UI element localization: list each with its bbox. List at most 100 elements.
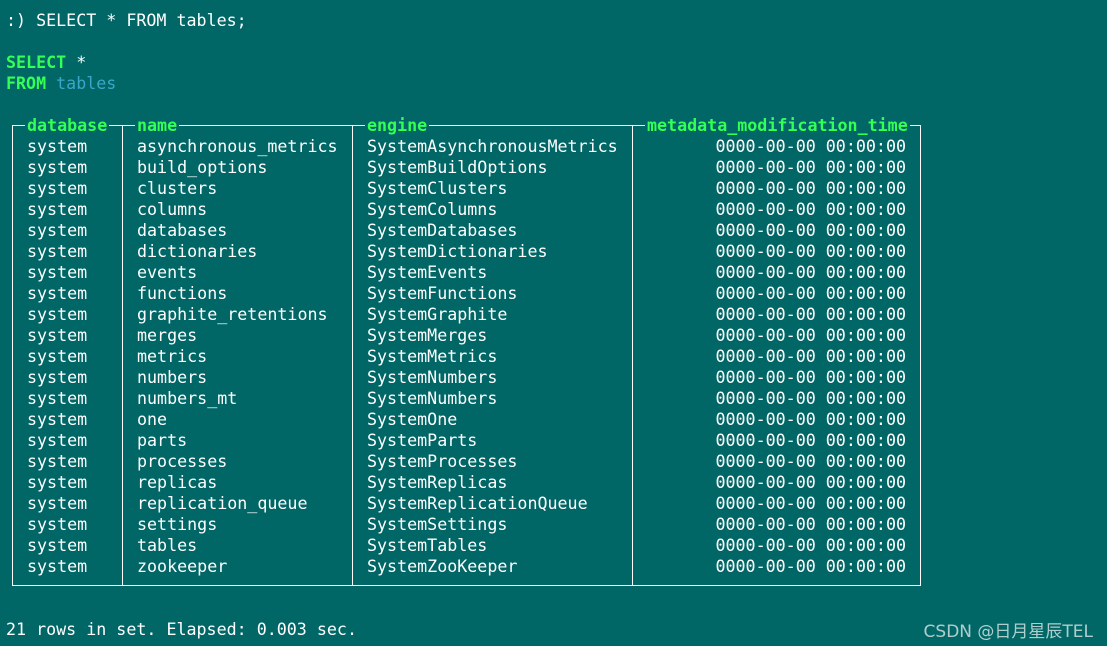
cell-name: asynchronous_metrics <box>137 137 338 156</box>
cell-engine: SystemBuildOptions <box>367 158 548 177</box>
table-row: system one SystemOne 0000-00-00 00:00:00 <box>13 409 920 430</box>
cell-name: events <box>137 263 198 282</box>
header-database: database <box>25 115 110 136</box>
cell-engine: SystemDatabases <box>367 221 518 240</box>
table-row: system numbers_mt SystemNumbers 0000-00-00 … <box>13 388 920 409</box>
cell-engine: SystemSettings <box>367 515 508 534</box>
table-row: system parts SystemParts 0000-00-00 00:00:0… <box>13 430 920 451</box>
header-engine: engine <box>365 115 430 136</box>
cell-metadata-time: 0000-00-00 00:00:00 <box>715 242 906 261</box>
formatted-from-line: FROM tables <box>6 73 116 94</box>
cell-database: system <box>27 473 88 492</box>
cell-engine: SystemZooKeeper <box>367 557 518 576</box>
cell-name: tables <box>137 536 198 555</box>
cell-metadata-time: 0000-00-00 00:00:00 <box>715 536 906 555</box>
cell-database: system <box>27 536 88 555</box>
cell-engine: SystemDictionaries <box>367 242 548 261</box>
table-row: system settings SystemSettings 0000-00-00 0… <box>13 514 920 535</box>
from-keyword: FROM <box>6 74 47 93</box>
table-row: system zookeeper SystemZooKeeper 0000-00-00… <box>13 556 920 577</box>
cell-engine: SystemProcesses <box>367 452 518 471</box>
cell-name: replicas <box>137 473 218 492</box>
result-table: database name engine metadata_modificati… <box>12 115 921 586</box>
cell-engine: SystemReplicationQueue <box>367 494 588 513</box>
cell-database: system <box>27 452 88 471</box>
cell-metadata-time: 0000-00-00 00:00:00 <box>715 263 906 282</box>
table-row: system tables SystemTables 0000-00-00 00:00… <box>13 535 920 556</box>
cell-name: databases <box>137 221 228 240</box>
table-row: system replication_queue SystemReplication… <box>13 493 920 514</box>
cell-metadata-time: 0000-00-00 00:00:00 <box>715 494 906 513</box>
cell-metadata-time: 0000-00-00 00:00:00 <box>715 389 906 408</box>
cell-database: system <box>27 221 88 240</box>
cell-database: system <box>27 557 88 576</box>
cell-metadata-time: 0000-00-00 00:00:00 <box>715 179 906 198</box>
cell-engine: SystemGraphite <box>367 305 508 324</box>
table-row: system metrics SystemMetrics 0000-00-00 00:… <box>13 346 920 367</box>
cell-name: replication_queue <box>137 494 308 513</box>
cell-database: system <box>27 368 88 387</box>
cell-metadata-time: 0000-00-00 00:00:00 <box>715 410 906 429</box>
cell-name: numbers_mt <box>137 389 238 408</box>
cell-database: system <box>27 242 88 261</box>
cell-name: clusters <box>137 179 218 198</box>
cell-metadata-time: 0000-00-00 00:00:00 <box>715 473 906 492</box>
cell-name: parts <box>137 431 188 450</box>
table-row: system dictionaries SystemDictionaries 0000… <box>13 241 920 262</box>
cell-engine: SystemTables <box>367 536 488 555</box>
cell-name: metrics <box>137 347 208 366</box>
select-keyword: SELECT <box>6 53 67 72</box>
cell-name: dictionaries <box>137 242 258 261</box>
table-row: system processes SystemProcesses 0000-00-00… <box>13 451 920 472</box>
cell-name: graphite_retentions <box>137 305 328 324</box>
cell-metadata-time: 0000-00-00 00:00:00 <box>715 515 906 534</box>
cell-database: system <box>27 137 88 156</box>
cell-name: numbers <box>137 368 208 387</box>
from-table-name: tables <box>56 74 117 93</box>
table-row: system numbers SystemNumbers 0000-00-00 00:… <box>13 367 920 388</box>
cell-engine: SystemNumbers <box>367 389 498 408</box>
cell-name: columns <box>137 200 208 219</box>
table-row: system asynchronous_metrics SystemAsynchro… <box>13 136 920 157</box>
cell-engine: SystemAsynchronousMetrics <box>367 137 618 156</box>
cell-engine: SystemParts <box>367 431 478 450</box>
cell-name: build_options <box>137 158 268 177</box>
cell-metadata-time: 0000-00-00 00:00:00 <box>715 200 906 219</box>
cell-name: merges <box>137 326 198 345</box>
cell-database: system <box>27 263 88 282</box>
cell-name: settings <box>137 515 218 534</box>
cell-database: system <box>27 389 88 408</box>
cell-database: system <box>27 347 88 366</box>
cell-metadata-time: 0000-00-00 00:00:00 <box>715 221 906 240</box>
table-row: system graphite_retentions SystemGraphite 0… <box>13 304 920 325</box>
cell-engine: SystemNumbers <box>367 368 498 387</box>
cell-metadata-time: 0000-00-00 00:00:00 <box>715 137 906 156</box>
cell-engine: SystemClusters <box>367 179 508 198</box>
command-text: SELECT * FROM tables; <box>36 11 247 30</box>
cell-database: system <box>27 284 88 303</box>
cell-metadata-time: 0000-00-00 00:00:00 <box>715 347 906 366</box>
cell-database: system <box>27 410 88 429</box>
cell-metadata-time: 0000-00-00 00:00:00 <box>715 158 906 177</box>
watermark: CSDN @日月星辰TEL <box>923 622 1093 642</box>
cell-database: system <box>27 494 88 513</box>
table-row: system merges SystemMerges 0000-00-00 00:00… <box>13 325 920 346</box>
table-row: system replicas SystemReplicas 0000-00-00 0… <box>13 472 920 493</box>
cell-metadata-time: 0000-00-00 00:00:00 <box>715 557 906 576</box>
cell-metadata-time: 0000-00-00 00:00:00 <box>715 284 906 303</box>
cell-database: system <box>27 200 88 219</box>
cell-database: system <box>27 305 88 324</box>
cell-database: system <box>27 179 88 198</box>
cell-name: one <box>137 410 168 429</box>
prompt: :) <box>6 11 37 30</box>
cell-engine: SystemEvents <box>367 263 488 282</box>
cell-engine: SystemFunctions <box>367 284 518 303</box>
cell-metadata-time: 0000-00-00 00:00:00 <box>715 368 906 387</box>
cell-metadata-time: 0000-00-00 00:00:00 <box>715 431 906 450</box>
cell-metadata-time: 0000-00-00 00:00:00 <box>715 326 906 345</box>
table-row: system databases SystemDatabases 0000-00-00… <box>13 220 920 241</box>
cell-name: processes <box>137 452 228 471</box>
cell-database: system <box>27 515 88 534</box>
cell-database: system <box>27 431 88 450</box>
table-row: system events SystemEvents 0000-00-00 00:00… <box>13 262 920 283</box>
